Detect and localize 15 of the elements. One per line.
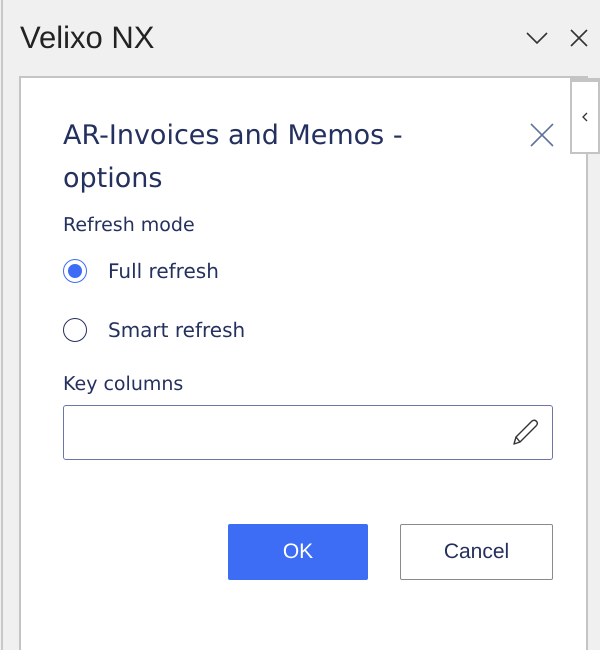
dialog-title: AR-Invoices and Memos - options xyxy=(63,119,404,196)
radio-label[interactable]: Smart refresh xyxy=(108,318,246,342)
close-icon[interactable] xyxy=(530,123,554,147)
cancel-button[interactable]: Cancel xyxy=(400,524,553,580)
field-label: Key columns xyxy=(63,373,184,395)
radio-button[interactable] xyxy=(63,318,87,342)
ok-button[interactable]: OK xyxy=(228,524,368,580)
section-label: Refresh mode xyxy=(63,214,196,236)
radio-button[interactable] xyxy=(63,259,87,283)
chevron-down-icon[interactable] xyxy=(526,31,548,45)
chevron-left-icon[interactable] xyxy=(582,112,588,122)
radio-label[interactable]: Full refresh xyxy=(108,259,219,283)
pane-title: Velixo NX xyxy=(20,20,156,56)
close-icon[interactable] xyxy=(570,29,588,47)
input-field[interactable] xyxy=(63,405,553,460)
